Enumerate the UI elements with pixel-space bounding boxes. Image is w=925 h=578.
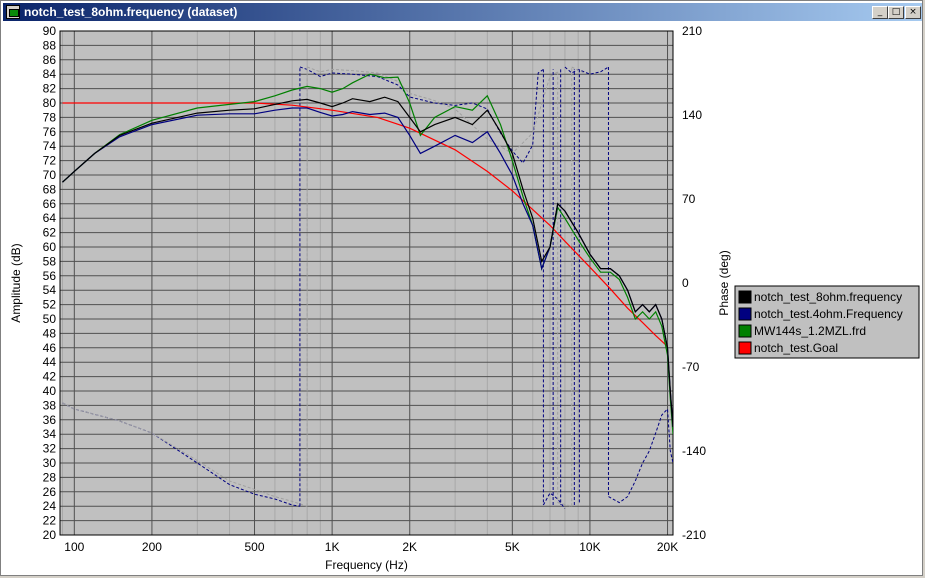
y-tick-label: 24 xyxy=(43,499,57,513)
y-axis-left: 2022242628303234363840424446485052545658… xyxy=(43,24,57,542)
y-tick-label: 58 xyxy=(43,254,57,268)
legend-swatch xyxy=(738,307,752,321)
y-tick-label: 48 xyxy=(43,326,57,340)
y-tick-label: 34 xyxy=(43,427,57,441)
y-tick-label: 20 xyxy=(43,528,57,542)
x-tick-label: 2K xyxy=(402,540,417,554)
y2-tick-label: -210 xyxy=(682,528,706,542)
y-tick-label: 32 xyxy=(43,442,57,456)
x-tick-label: 1K xyxy=(325,540,340,554)
y-tick-label: 38 xyxy=(43,398,57,412)
y2-tick-label: 0 xyxy=(682,276,689,290)
x-tick-label: 10K xyxy=(579,540,600,554)
legend-swatch xyxy=(738,341,752,355)
y-tick-label: 40 xyxy=(43,384,57,398)
app-icon[interactable] xyxy=(6,5,20,19)
y-tick-label: 26 xyxy=(43,485,57,499)
y-axis-label: Amplitude (dB) xyxy=(9,243,23,322)
y-tick-label: 74 xyxy=(43,139,57,153)
y-tick-label: 82 xyxy=(43,82,57,96)
y-tick-label: 62 xyxy=(43,226,57,240)
title-bar[interactable]: notch_test_8ohm.frequency (dataset) _ □ … xyxy=(3,3,922,21)
y-tick-label: 72 xyxy=(43,154,57,168)
legend[interactable]: notch_test_8ohm.frequency notch_test.4ohm… xyxy=(734,285,920,359)
legend-label: MW144s_1.2MZL.frd xyxy=(754,324,866,338)
y-tick-label: 44 xyxy=(43,355,57,369)
x-tick-label: 500 xyxy=(244,540,264,554)
y2-axis-label: Phase (deg) xyxy=(717,250,731,315)
y-tick-label: 76 xyxy=(43,125,57,139)
y2-tick-label: 140 xyxy=(682,108,702,122)
y-tick-label: 56 xyxy=(43,269,57,283)
close-button[interactable]: × xyxy=(905,6,921,19)
y-tick-label: 78 xyxy=(43,110,57,124)
y-tick-label: 22 xyxy=(43,514,57,528)
legend-label: notch_test.4ohm.Frequency xyxy=(754,307,903,321)
x-axis-label: Frequency (Hz) xyxy=(325,558,408,572)
y-tick-label: 54 xyxy=(43,283,57,297)
x-tick-label: 5K xyxy=(505,540,520,554)
y-tick-label: 60 xyxy=(43,240,57,254)
x-tick-label: 100 xyxy=(64,540,84,554)
dataset-window: notch_test_8ohm.frequency (dataset) _ □ … xyxy=(0,0,923,576)
x-tick-label: 200 xyxy=(142,540,162,554)
legend-label: notch_test_8ohm.frequency xyxy=(754,290,902,304)
y-tick-label: 68 xyxy=(43,182,57,196)
y-tick-label: 70 xyxy=(43,168,57,182)
legend-swatch xyxy=(738,290,752,304)
minimize-button[interactable]: _ xyxy=(872,6,888,19)
legend-swatch xyxy=(738,324,752,338)
y-tick-label: 36 xyxy=(43,413,57,427)
frequency-response-chart[interactable]: 2022242628303234363840424446485052545658… xyxy=(1,23,922,575)
y-tick-label: 52 xyxy=(43,298,57,312)
legend-label: notch_test.Goal xyxy=(754,341,838,355)
y2-tick-label: 70 xyxy=(682,192,696,206)
y-tick-label: 88 xyxy=(43,38,57,52)
y-tick-label: 84 xyxy=(43,67,57,81)
y2-tick-label: -140 xyxy=(682,444,706,458)
window-title: notch_test_8ohm.frequency (dataset) xyxy=(24,5,238,19)
y-tick-label: 90 xyxy=(43,24,57,38)
y-tick-label: 46 xyxy=(43,341,57,355)
y-tick-label: 42 xyxy=(43,370,57,384)
y2-tick-label: -70 xyxy=(682,360,700,374)
x-tick-label: 20K xyxy=(657,540,678,554)
y-tick-label: 66 xyxy=(43,197,57,211)
y-tick-label: 80 xyxy=(43,96,57,110)
y-tick-label: 28 xyxy=(43,470,57,484)
y2-tick-label: 210 xyxy=(682,24,702,38)
maximize-button[interactable]: □ xyxy=(888,6,904,19)
y-tick-label: 30 xyxy=(43,456,57,470)
y-tick-label: 86 xyxy=(43,53,57,67)
y-tick-label: 50 xyxy=(43,312,57,326)
y-tick-label: 64 xyxy=(43,211,57,225)
